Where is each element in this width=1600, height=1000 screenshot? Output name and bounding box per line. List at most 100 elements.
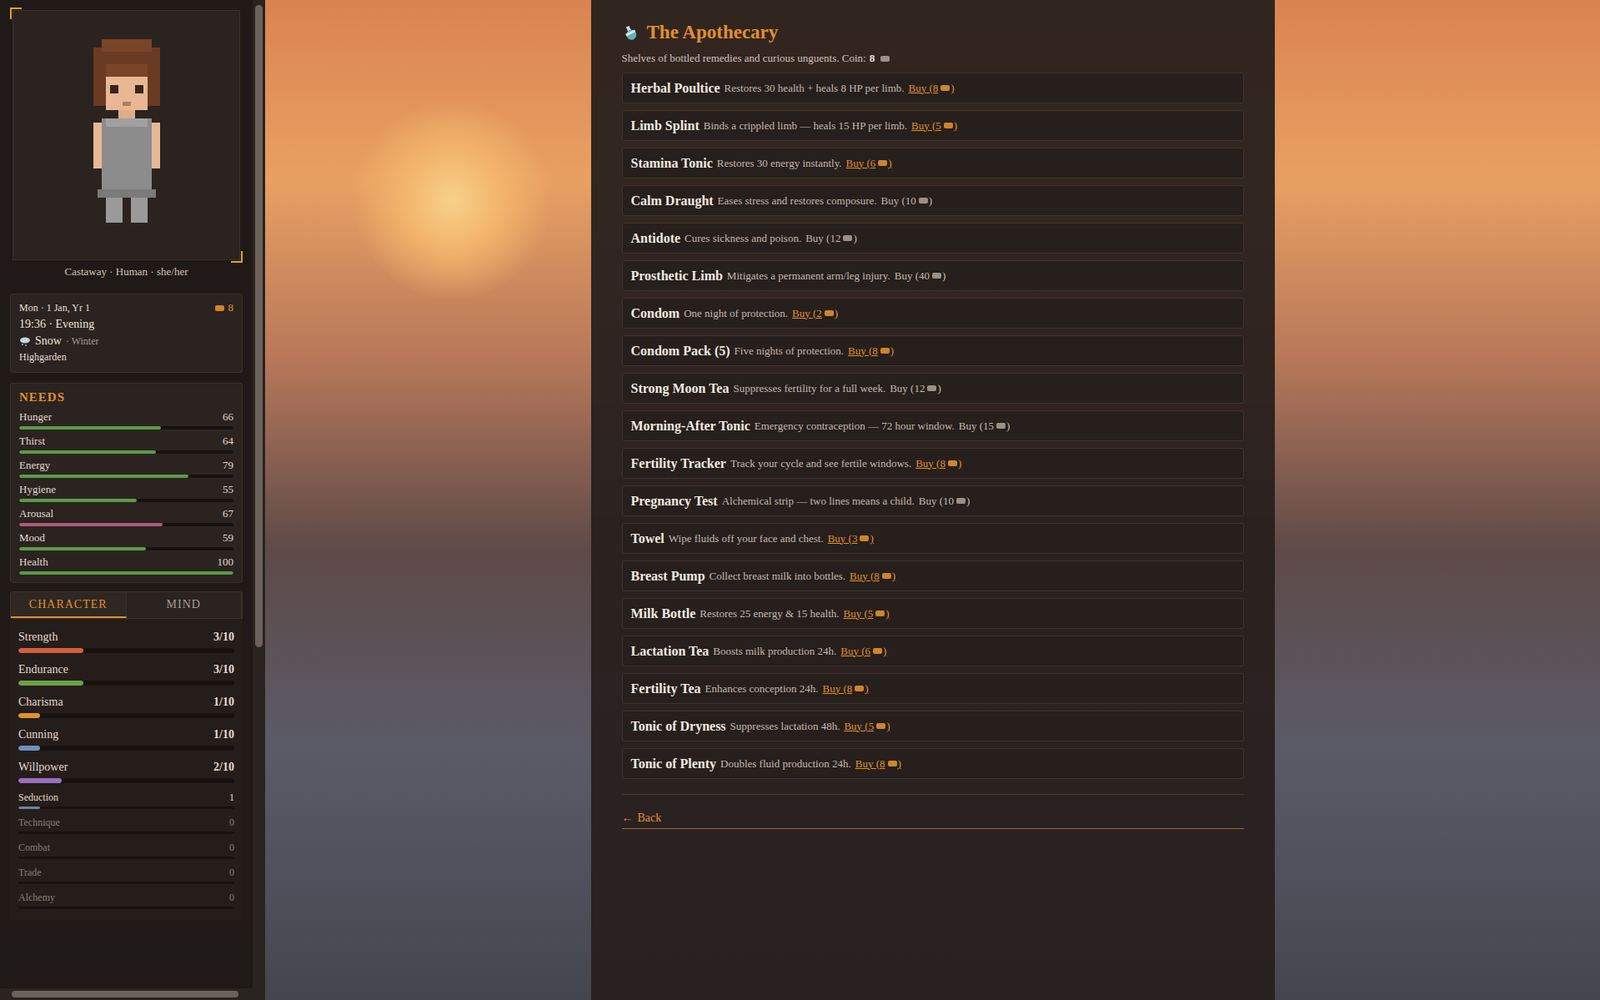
shop-item: Pregnancy TestAlchemical strip — two lin… [621,485,1244,517]
weather: Snow [35,334,62,348]
shop-title: The Apothecary [621,21,1244,44]
coin-icon [940,85,950,91]
need-row: Arousal67 [19,504,234,529]
time: 19:36 · Evening [19,317,95,332]
sidebar-tab[interactable]: CHARACTER [10,591,127,618]
coin-icon [824,310,834,316]
shop-item: Prosthetic LimbMitigates a permanent arm… [621,260,1244,291]
coin-icon [943,122,953,129]
vertical-scrollbar[interactable] [252,0,266,989]
date-row: Mon · 1 Jan, Yr 18 [19,300,234,315]
buy-button[interactable]: Buy (3) [827,531,874,546]
skill-label: Technique [18,816,61,829]
buy-button[interactable]: Buy (8) [847,344,894,358]
buy-button[interactable]: Buy (12) [805,231,858,246]
need-label: Thirst [19,434,46,448]
stats-panel: Strength3/10Endurance3/10Charisma1/10Cun… [10,618,243,920]
item-description: Five nights of protection. [734,344,844,358]
coin-icon [932,272,942,279]
skill-bar [18,806,235,809]
coin-icon [996,422,1006,429]
shop-item: AntidoteCures sickness and poison.Buy (1… [621,222,1244,254]
need-label: Arousal [19,506,54,521]
need-bar-fill [19,450,156,454]
item-description: Suppresses lactation 48h. [730,719,841,733]
need-label: Hygiene [19,482,56,497]
info-box: Mon · 1 Jan, Yr 1819:36 · EveningSnow· W… [10,293,243,373]
buy-button[interactable]: Buy (5) [843,606,890,621]
buy-button[interactable]: Buy (8) [822,682,869,696]
portrait-caption: Castaway · Human · she/her [10,265,243,279]
shop-list: Herbal PoulticeRestores 30 health + heal… [621,72,1244,779]
horizontal-scrollbar[interactable] [0,988,266,1000]
stat-bar-fill [18,647,84,653]
need-bar-fill [19,546,146,551]
stat-value: 3/10 [213,662,235,677]
buy-button[interactable]: Buy (5) [911,119,958,133]
buy-button[interactable]: Buy (6) [840,644,887,658]
item-description: Emergency contraception — 72 hour window… [754,419,955,433]
stat-value: 2/10 [213,760,235,774]
need-bar [19,474,234,478]
need-bar [19,498,234,502]
shop-coin: 8 [869,51,876,66]
town-background: The ApothecaryShelves of bottled remedie… [265,0,1600,1000]
buy-button[interactable]: Buy (8) [855,757,902,771]
need-row: Energy79 [19,456,234,481]
sidebar-tabs: CHARACTERMIND [10,591,243,619]
item-description: Enhances conception 24h. [704,682,818,696]
item-name: Prosthetic Limb [631,268,723,284]
item-name: Lactation Tea [631,643,710,659]
back-button[interactable]: ←Back [621,811,663,825]
stat-bar [18,712,235,718]
coin-icon [880,55,890,62]
skill-value: 0 [229,841,235,854]
buy-button[interactable]: Buy (10) [918,494,971,508]
skill-bar [18,856,235,859]
item-name: Tonic of Plenty [631,756,718,772]
stat-bar-fill [18,745,41,751]
location-row: Highgarden [19,351,234,364]
sidebar-tab[interactable]: MIND [126,591,243,618]
item-name: Herbal Poultice [631,80,721,96]
item-description: Doubles fluid production 24h. [720,757,852,771]
buy-button[interactable]: Buy (5) [843,719,890,733]
buy-button[interactable]: Buy (10) [881,194,933,208]
item-description: Suppresses fertility for a full week. [732,381,886,396]
skill-label: Combat [18,841,51,854]
buy-button[interactable]: Buy (12) [889,381,942,396]
coin-icon [918,197,928,204]
stat-bar-fill [18,680,84,686]
item-description: Alchemical strip — two lines means a chi… [722,494,915,508]
date: Mon · 1 Jan, Yr 1 [19,301,91,315]
need-row: Thirst64 [19,431,234,457]
shop-item: Milk BottleRestores 25 energy & 15 healt… [621,597,1244,629]
buy-button[interactable]: Buy (8) [908,81,955,96]
need-bar [19,426,234,430]
item-description: Restores 30 health + heals 8 HP per limb… [724,81,905,96]
need-label: Energy [19,458,51,472]
skill-bar [18,831,235,834]
shop-item: Condom Pack (5)Five nights of protection… [621,335,1244,367]
skill-label: Seduction [18,791,59,804]
buy-button[interactable]: Buy (6) [846,156,893,171]
item-name: Limb Splint [631,118,700,134]
shop-item: Tonic of PlentyDoubles fluid production … [621,747,1244,779]
buy-button[interactable]: Buy (15) [958,419,1011,433]
buy-button[interactable]: Buy (40) [894,269,947,283]
need-bar-fill [19,498,137,502]
need-bar-fill [19,426,161,430]
item-description: Restores 25 energy & 15 health. [699,606,839,621]
skill-value: 0 [229,866,235,879]
stat-label: Endurance [18,662,69,677]
stat-label: Willpower [18,760,68,774]
buy-button[interactable]: Buy (8) [849,569,896,583]
buy-button[interactable]: Buy (8) [915,456,962,471]
sidebar-content: Castaway · Human · she/her Mon · 1 Jan, Y… [0,0,253,989]
need-bar [19,450,234,454]
coin-icon [854,685,864,692]
skill-label: Alchemy [18,891,56,904]
item-name: Fertility Tea [631,681,702,697]
buy-button[interactable]: Buy (2) [792,306,838,321]
character-portrait-icon [80,39,173,231]
